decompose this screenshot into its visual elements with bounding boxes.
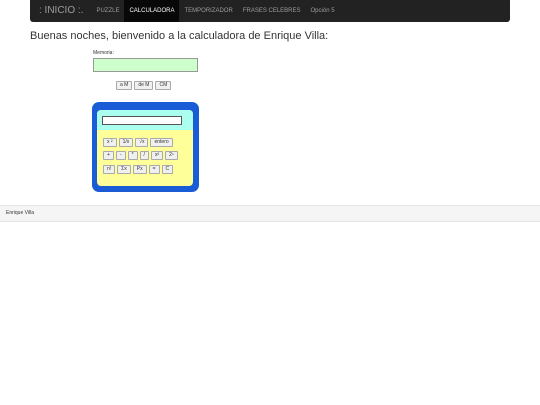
square-button[interactable]: x ² (103, 138, 117, 147)
memory-button-group: a M de M CM (116, 81, 172, 90)
nav-item-calculadora[interactable]: CALCULADORA (124, 0, 180, 22)
sum-button[interactable]: Σx (117, 165, 131, 174)
multiply-button[interactable]: * (127, 151, 138, 160)
reciprocal-button[interactable]: 1/x (118, 138, 134, 147)
calculator-panel: x ² 1/x √x entero + - * / x² 2ⁿ n! Σx Px… (97, 110, 193, 186)
nav-item-puzzle[interactable]: PUZZLE (91, 0, 124, 22)
clear-button[interactable]: C (161, 165, 174, 174)
sqrt-button[interactable]: √x (135, 138, 149, 147)
page-greeting: Buenas noches, bienvenido a la calculado… (30, 30, 329, 42)
memory-label: Memoria: (93, 50, 114, 56)
equals-button[interactable]: = (148, 165, 160, 174)
footer-author: Enrique Villa (6, 210, 34, 216)
calculator-row-3: n! Σx Px = C (103, 165, 174, 174)
nav-item-temporizador[interactable]: TEMPORIZADOR (179, 0, 237, 22)
integer-button[interactable]: entero (150, 138, 173, 147)
power-button[interactable]: x² (150, 151, 164, 160)
divide-button[interactable]: / (139, 151, 149, 160)
product-button[interactable]: Px (132, 165, 147, 174)
to-memory-button[interactable]: a M (116, 81, 133, 90)
calculator-body: x ² 1/x √x entero + - * / x² 2ⁿ n! Σx Px… (92, 102, 199, 192)
calculator-row-1: x ² 1/x √x entero (103, 138, 173, 147)
clear-memory-button[interactable]: CM (155, 81, 172, 90)
memory-field[interactable] (93, 58, 198, 72)
minus-button[interactable]: - (115, 151, 126, 160)
from-memory-button[interactable]: de M (134, 81, 154, 90)
power-of-two-button[interactable]: 2ⁿ (165, 151, 178, 160)
nav-item-frases-celebres[interactable]: FRASES CELEBRES (238, 0, 306, 22)
calculator-row-2: + - * / x² 2ⁿ (103, 151, 178, 160)
page-footer: Enrique Villa (0, 205, 540, 222)
factorial-button[interactable]: n! (103, 165, 116, 174)
nav-item-opcion-5[interactable]: Opción 5 (306, 0, 340, 22)
calculator-display[interactable] (102, 116, 182, 125)
nav-brand-inicio[interactable]: : INICIO :. (30, 0, 91, 22)
plus-button[interactable]: + (103, 151, 114, 160)
top-navbar: : INICIO :. PUZZLE CALCULADORA TEMPORIZA… (30, 0, 510, 22)
